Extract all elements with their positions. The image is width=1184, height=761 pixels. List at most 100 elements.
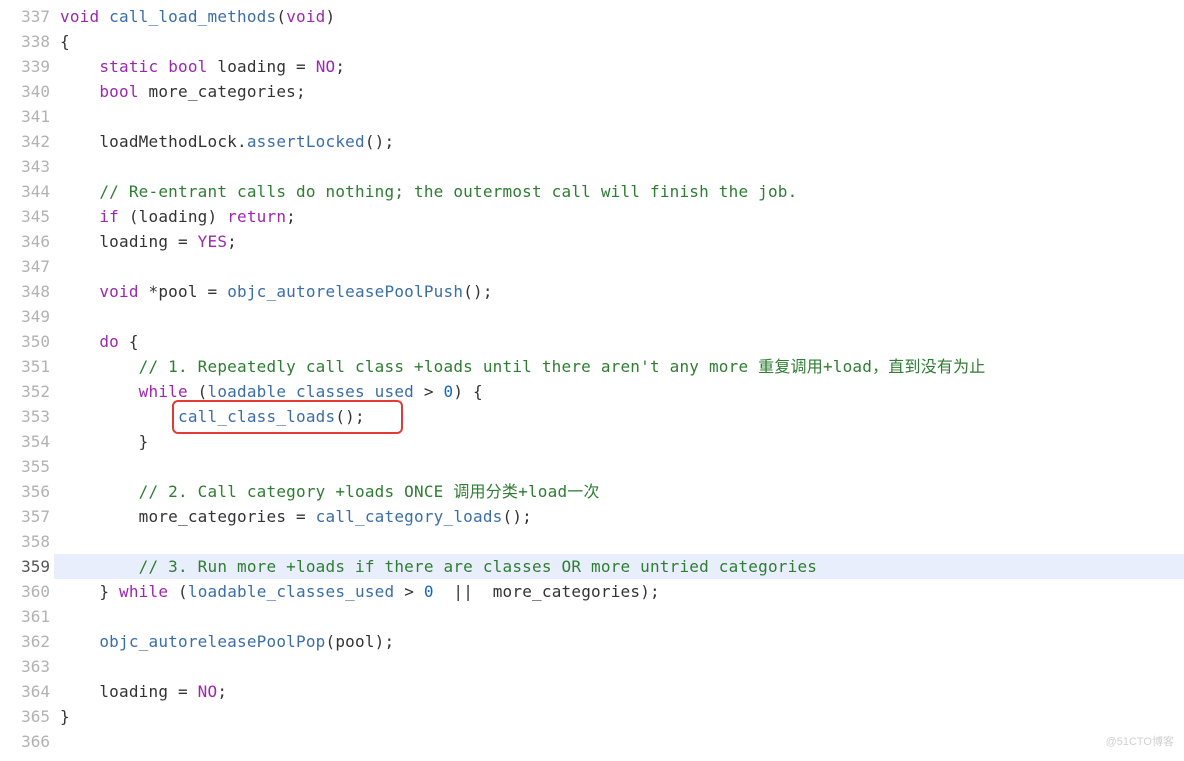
- code-line[interactable]: // 2. Call category +loads ONCE 调用分类+loa…: [60, 479, 1184, 504]
- code-line[interactable]: [60, 454, 1184, 479]
- line-number: 350: [0, 329, 50, 354]
- code-token: *pool =: [149, 282, 228, 301]
- code-token: // 3. Run more +loads if there are class…: [139, 557, 817, 576]
- code-token: while: [139, 382, 198, 401]
- code-token: ) {: [453, 382, 483, 401]
- line-number: 337: [0, 4, 50, 29]
- code-token: more_categories =: [139, 507, 316, 526]
- code-line[interactable]: loading = YES;: [60, 229, 1184, 254]
- line-number: 339: [0, 54, 50, 79]
- code-line[interactable]: }: [60, 704, 1184, 729]
- code-token: }: [60, 707, 70, 726]
- code-line[interactable]: [60, 729, 1184, 754]
- code-token: (: [178, 582, 188, 601]
- code-line[interactable]: {: [60, 29, 1184, 54]
- code-line[interactable]: [60, 304, 1184, 329]
- code-token: (: [276, 7, 286, 26]
- line-number: 364: [0, 679, 50, 704]
- code-token: >: [394, 582, 424, 601]
- code-line[interactable]: } while (loadable_classes_used > 0 || mo…: [60, 579, 1184, 604]
- code-token: void: [286, 7, 325, 26]
- code-token: ();: [335, 407, 365, 426]
- code-line[interactable]: void *pool = objc_autoreleasePoolPush();: [60, 279, 1184, 304]
- line-number: 366: [0, 729, 50, 754]
- code-token: loadable_classes_used: [188, 582, 395, 601]
- line-number: 354: [0, 429, 50, 454]
- line-number: 345: [0, 204, 50, 229]
- code-token: YES: [198, 232, 228, 251]
- code-token: call_class_loads: [178, 407, 335, 426]
- code-line[interactable]: bool more_categories;: [60, 79, 1184, 104]
- code-line[interactable]: call_class_loads();: [60, 404, 1184, 429]
- code-line[interactable]: }: [60, 429, 1184, 454]
- code-token: call_load_methods: [109, 7, 276, 26]
- line-number: 346: [0, 229, 50, 254]
- code-editor: 3373383393403413423433443453463473483493…: [0, 0, 1184, 754]
- code-token: assertLocked: [247, 132, 365, 151]
- code-token: {: [129, 332, 139, 351]
- code-token: loading =: [99, 232, 197, 251]
- line-number: 357: [0, 504, 50, 529]
- code-line[interactable]: // 1. Repeatedly call class +loads until…: [60, 354, 1184, 379]
- line-number: 352: [0, 379, 50, 404]
- code-area[interactable]: void call_load_methods(void){ static boo…: [60, 4, 1184, 754]
- code-token: (pool);: [326, 632, 395, 651]
- code-line[interactable]: loading = NO;: [60, 679, 1184, 704]
- code-token: NO: [198, 682, 218, 701]
- line-number: 363: [0, 654, 50, 679]
- line-number: 359: [0, 554, 50, 579]
- code-line[interactable]: // Re-entrant calls do nothing; the oute…: [60, 179, 1184, 204]
- code-line[interactable]: [60, 654, 1184, 679]
- code-line[interactable]: [60, 254, 1184, 279]
- code-line[interactable]: loadMethodLock.assertLocked();: [60, 129, 1184, 154]
- code-line[interactable]: more_categories = call_category_loads();: [60, 504, 1184, 529]
- code-token: }: [139, 432, 149, 451]
- code-token: ();: [503, 507, 533, 526]
- line-number: 358: [0, 529, 50, 554]
- code-line[interactable]: [60, 604, 1184, 629]
- code-token: // 2. Call category +loads ONCE 调用分类+loa…: [139, 482, 600, 501]
- code-token: ;: [286, 207, 296, 226]
- code-line[interactable]: [60, 154, 1184, 179]
- code-token: objc_autoreleasePoolPop: [99, 632, 325, 651]
- code-token: ): [326, 7, 336, 26]
- code-line[interactable]: [60, 529, 1184, 554]
- code-line[interactable]: while (loadable_classes_used > 0) {: [60, 379, 1184, 404]
- line-number: 355: [0, 454, 50, 479]
- code-token: if: [99, 207, 129, 226]
- line-number: 360: [0, 579, 50, 604]
- code-line[interactable]: static bool loading = NO;: [60, 54, 1184, 79]
- line-number: 342: [0, 129, 50, 154]
- code-token: ;: [227, 232, 237, 251]
- line-number: 365: [0, 704, 50, 729]
- line-number: 338: [0, 29, 50, 54]
- code-line[interactable]: if (loading) return;: [60, 204, 1184, 229]
- code-token: 0: [444, 382, 454, 401]
- code-token: while: [119, 582, 178, 601]
- code-token: // Re-entrant calls do nothing; the oute…: [99, 182, 797, 201]
- line-number: 356: [0, 479, 50, 504]
- line-number: 348: [0, 279, 50, 304]
- code-token: ;: [217, 682, 227, 701]
- code-line[interactable]: // 3. Run more +loads if there are class…: [54, 554, 1184, 579]
- line-number: 347: [0, 254, 50, 279]
- code-token: || more_categories);: [434, 582, 660, 601]
- code-line[interactable]: [60, 104, 1184, 129]
- line-number-gutter: 3373383393403413423433443453463473483493…: [0, 4, 60, 754]
- code-token: (loading): [129, 207, 227, 226]
- code-line[interactable]: do {: [60, 329, 1184, 354]
- line-number: 340: [0, 79, 50, 104]
- code-token: return: [227, 207, 286, 226]
- code-token: loadMethodLock.: [99, 132, 247, 151]
- code-line[interactable]: objc_autoreleasePoolPop(pool);: [60, 629, 1184, 654]
- code-token: (: [198, 382, 208, 401]
- watermark: @51CTO博客: [1106, 730, 1174, 755]
- code-token: do: [99, 332, 129, 351]
- line-number: 341: [0, 104, 50, 129]
- code-token: loading =: [217, 57, 315, 76]
- code-token: bool: [99, 82, 148, 101]
- code-token: ;: [335, 57, 345, 76]
- code-line[interactable]: void call_load_methods(void): [60, 4, 1184, 29]
- code-token: 0: [424, 582, 434, 601]
- line-number: 353: [0, 404, 50, 429]
